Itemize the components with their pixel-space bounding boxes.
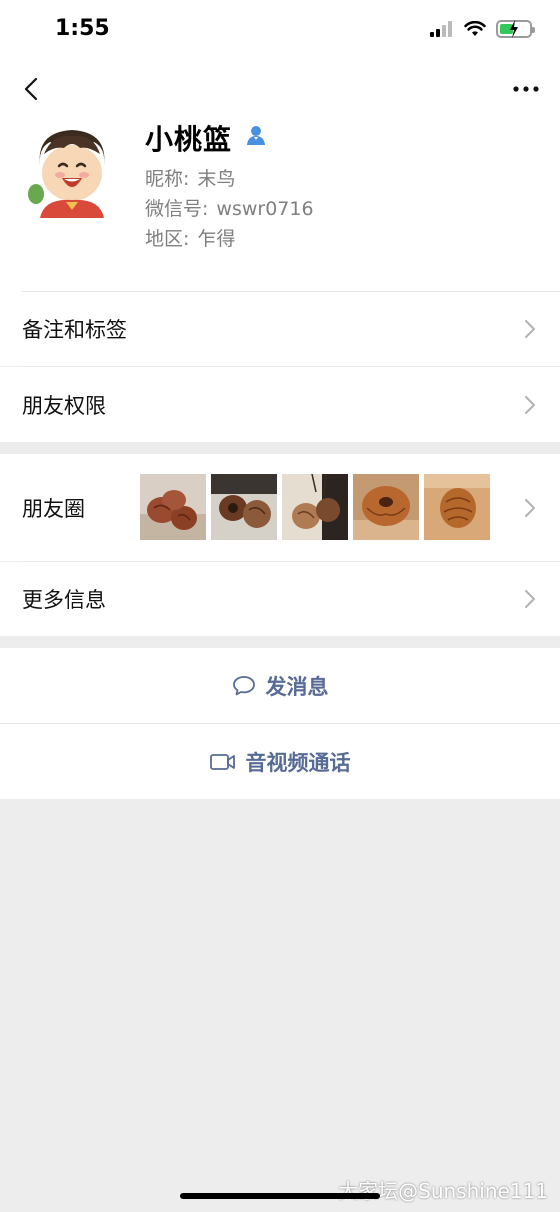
avatar[interactable] — [22, 118, 122, 218]
wechat-id-value: wswr0716 — [216, 198, 314, 220]
home-indicator[interactable] — [180, 1193, 380, 1199]
more-dots-icon — [513, 86, 539, 92]
region-label: 地区: — [145, 228, 190, 250]
more-info-row[interactable]: 更多信息 — [0, 562, 560, 636]
remarks-tags-label: 备注和标签 — [22, 318, 127, 342]
friend-permissions-label: 朋友权限 — [22, 393, 106, 418]
chevron-right-icon — [525, 498, 535, 517]
moment-thumbnail — [211, 474, 277, 540]
chat-bubble-icon — [232, 675, 255, 695]
watermark: 大家坛@Sunshine111 — [338, 1179, 548, 1203]
region-value: 乍得 — [197, 228, 236, 250]
battery-charging-icon — [496, 20, 535, 38]
region-line: 地区: 乍得 — [145, 224, 235, 251]
chevron-right-icon — [525, 320, 535, 338]
back-button[interactable] — [16, 74, 46, 104]
chevron-left-icon — [24, 77, 38, 101]
moment-thumbnail — [140, 474, 206, 540]
cellular-signal-icon — [430, 21, 454, 37]
video-camera-icon — [209, 753, 235, 770]
nickname-label: 昵称: — [145, 168, 190, 190]
send-message-button[interactable]: 发消息 — [0, 648, 560, 723]
more-button[interactable] — [506, 74, 546, 104]
profile-card: 小桃篮 昵称: 末鸟 微信号: wswr0716 地区: 乍得 — [0, 118, 560, 292]
status-time: 1:55 — [55, 16, 110, 41]
video-call-button[interactable]: 音视频通话 — [0, 724, 560, 799]
profile-name: 小桃篮 — [145, 123, 233, 156]
moments-label: 朋友圈 — [22, 496, 85, 521]
friend-permissions-row[interactable]: 朋友权限 — [0, 367, 560, 442]
chevron-right-icon — [525, 395, 535, 414]
wechat-id-line: 微信号: wswr0716 — [145, 194, 314, 221]
verified-person-icon — [247, 126, 265, 145]
moment-thumbnail — [353, 474, 419, 540]
chevron-right-icon — [525, 590, 535, 608]
remarks-tags-row[interactable]: 备注和标签 — [0, 292, 560, 366]
wechat-id-label: 微信号: — [145, 198, 209, 220]
wifi-icon — [464, 21, 486, 36]
status-bar: 1:55 — [0, 0, 560, 62]
moment-thumbnail — [424, 474, 490, 540]
nav-bar — [0, 62, 560, 118]
nickname-value: 末鸟 — [197, 168, 236, 190]
moments-row[interactable]: 朋友圈 — [0, 454, 560, 561]
more-info-label: 更多信息 — [22, 588, 106, 612]
send-message-label: 发消息 — [265, 674, 329, 699]
status-icons — [430, 20, 535, 38]
video-call-label: 音视频通话 — [245, 750, 351, 775]
moments-thumbnails — [140, 474, 490, 540]
nickname-line: 昵称: 末鸟 — [145, 164, 235, 191]
moment-thumbnail — [282, 474, 348, 540]
